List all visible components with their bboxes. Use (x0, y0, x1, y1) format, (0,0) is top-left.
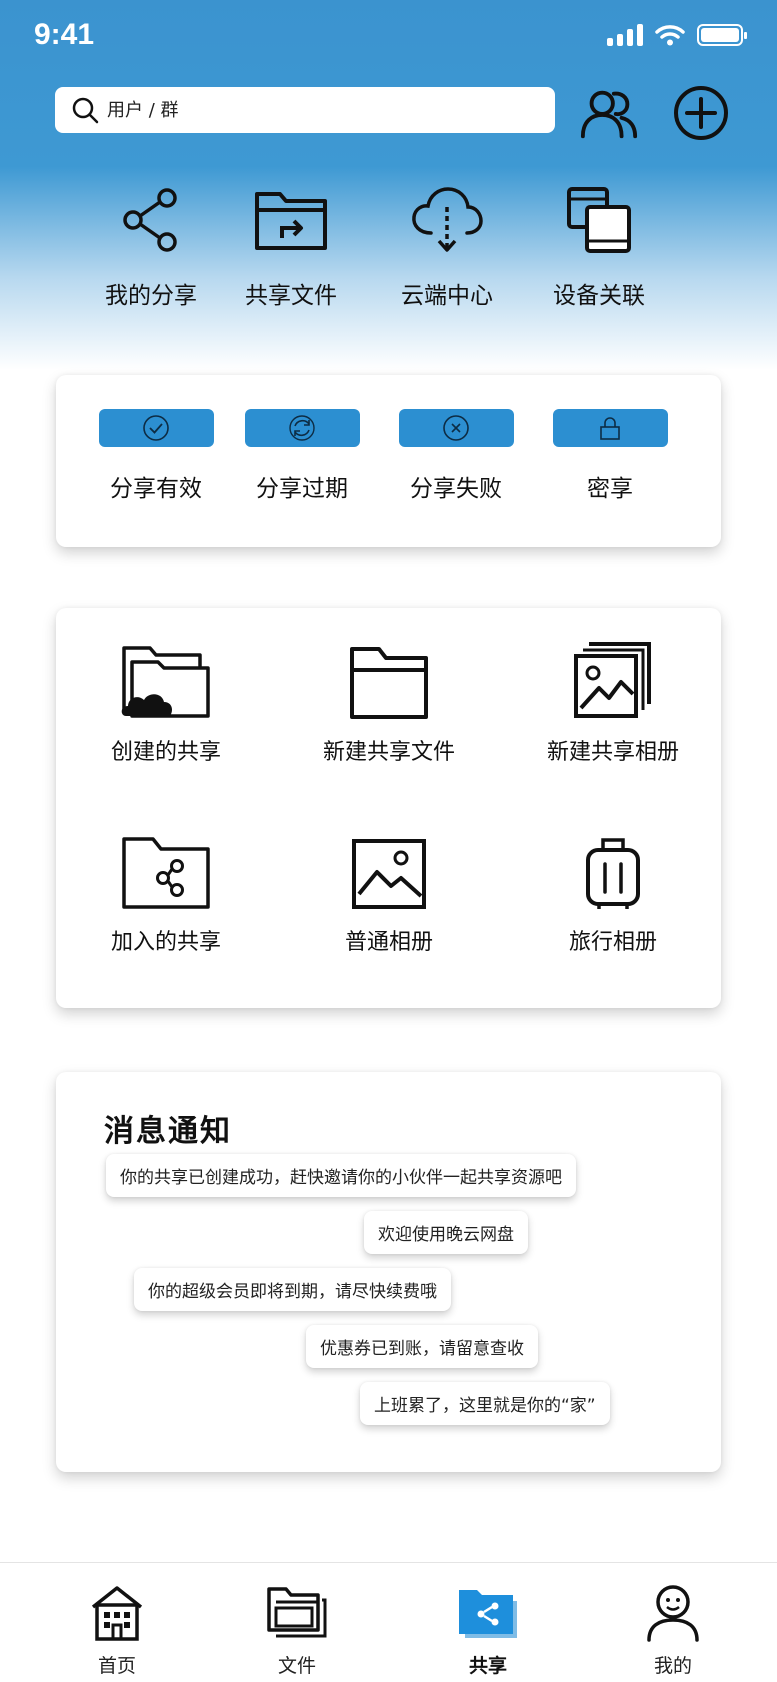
message-item[interactable]: 你的超级会员即将到期，请尽快续费哦 (134, 1268, 451, 1311)
lock-icon (600, 417, 620, 440)
quick-action-my-share[interactable]: 我的分享 (76, 180, 226, 310)
grid-label: 创建的共享 (110, 740, 221, 765)
status-valid[interactable]: 分享有效 (86, 409, 226, 503)
status-failed[interactable]: 分享失败 (386, 409, 526, 503)
status-expired[interactable]: 分享过期 (232, 409, 372, 503)
status-label: 密享 (587, 476, 633, 502)
contacts-icon (580, 90, 638, 139)
tab-profile[interactable]: 我的 (613, 1583, 733, 1678)
message-item[interactable]: 上班累了，这里就是你的“家” (360, 1382, 610, 1425)
cloud-download-icon (412, 187, 483, 252)
tab-bar: 首页 文件 共享 我的 (0, 1562, 777, 1682)
grid-joined-shares[interactable]: 加入的共享 (61, 820, 271, 956)
status-bar: 9:41 (0, 0, 777, 70)
image-icon (352, 839, 426, 909)
status-time: 9:41 (34, 18, 95, 51)
tab-label: 我的 (653, 1655, 692, 1677)
message-item[interactable]: 你的共享已创建成功，赶快邀请你的小伙伴一起共享资源吧 (106, 1154, 576, 1197)
contacts-button[interactable] (579, 85, 639, 141)
album-stack-icon (574, 642, 651, 718)
grid-label: 加入的共享 (110, 930, 221, 955)
tab-share[interactable]: 共享 (428, 1583, 548, 1678)
tab-home[interactable]: 首页 (57, 1583, 177, 1678)
status-pill (398, 409, 514, 447)
quick-action-label: 共享文件 (245, 283, 337, 309)
add-button[interactable] (671, 85, 731, 141)
signal-icon (607, 24, 643, 46)
status-pill (552, 409, 668, 447)
refresh-icon (289, 415, 315, 441)
grid-label: 普通相册 (344, 930, 433, 955)
grid-created-shares[interactable]: 创建的共享 (61, 630, 271, 766)
status-icons (607, 24, 747, 46)
folder-icon (350, 647, 428, 719)
grid-new-shared-file[interactable]: 新建共享文件 (284, 630, 494, 766)
profile-icon (647, 1585, 699, 1642)
quick-action-label: 云端中心 (401, 283, 493, 309)
message-item[interactable]: 优惠券已到账，请留意查收 (306, 1325, 538, 1368)
quick-action-label: 我的分享 (105, 283, 197, 309)
grid-new-shared-album[interactable]: 新建共享相册 (508, 630, 718, 766)
suitcase-icon (586, 838, 640, 909)
quick-action-shared-files[interactable]: 共享文件 (216, 180, 366, 310)
tab-files[interactable]: 文件 (237, 1583, 357, 1678)
cloud-folder-icon (121, 646, 210, 718)
share-status-card: 分享有效 分享过期 分享失败 密享 (56, 375, 721, 547)
files-icon (267, 1587, 327, 1638)
shared-folder-icon (122, 837, 210, 909)
share-grid-card: 创建的共享 新建共享文件 新建共享相册 加入的共享 普通相册 旅行相册 (56, 608, 721, 1008)
tab-label: 首页 (97, 1655, 136, 1677)
share-icon (123, 188, 177, 252)
grid-label: 旅行相册 (568, 930, 657, 955)
status-label: 分享失败 (410, 476, 502, 502)
grid-normal-album[interactable]: 普通相册 (284, 820, 494, 956)
check-circle-icon (143, 415, 169, 441)
message-item[interactable]: 欢迎使用晚云网盘 (364, 1211, 528, 1254)
search-row (55, 85, 735, 140)
grid-label: 新建共享文件 (322, 740, 455, 765)
status-label: 分享过期 (256, 476, 348, 502)
quick-actions: 我的分享 共享文件 云端中心 设备关联 (0, 180, 777, 320)
search-icon (72, 97, 99, 124)
messages-card: 消息通知 你的共享已创建成功，赶快邀请你的小伙伴一起共享资源吧 欢迎使用晚云网盘… (56, 1072, 721, 1472)
home-icon (91, 1586, 143, 1641)
grid-travel-album[interactable]: 旅行相册 (508, 820, 718, 956)
share-folder-icon (459, 1590, 517, 1638)
status-private[interactable]: 密享 (540, 409, 680, 503)
plus-circle-icon (674, 86, 728, 140)
battery-icon (697, 24, 747, 46)
devices-icon (567, 187, 631, 253)
status-pill (98, 409, 214, 447)
x-circle-icon (443, 415, 469, 441)
status-label: 分享有效 (110, 476, 202, 502)
tab-label: 文件 (277, 1655, 316, 1677)
status-pill (244, 409, 360, 447)
quick-action-devices[interactable]: 设备关联 (524, 180, 674, 310)
tab-label: 共享 (468, 1655, 507, 1677)
search-input[interactable] (107, 99, 507, 121)
wifi-icon (655, 25, 685, 46)
messages-title: 消息通知 (104, 1114, 232, 1149)
grid-label: 新建共享相册 (546, 740, 679, 765)
quick-action-cloud-center[interactable]: 云端中心 (372, 180, 522, 310)
shared-folder-icon (255, 192, 327, 250)
search-box[interactable] (55, 87, 555, 133)
quick-action-label: 设备关联 (553, 283, 645, 309)
